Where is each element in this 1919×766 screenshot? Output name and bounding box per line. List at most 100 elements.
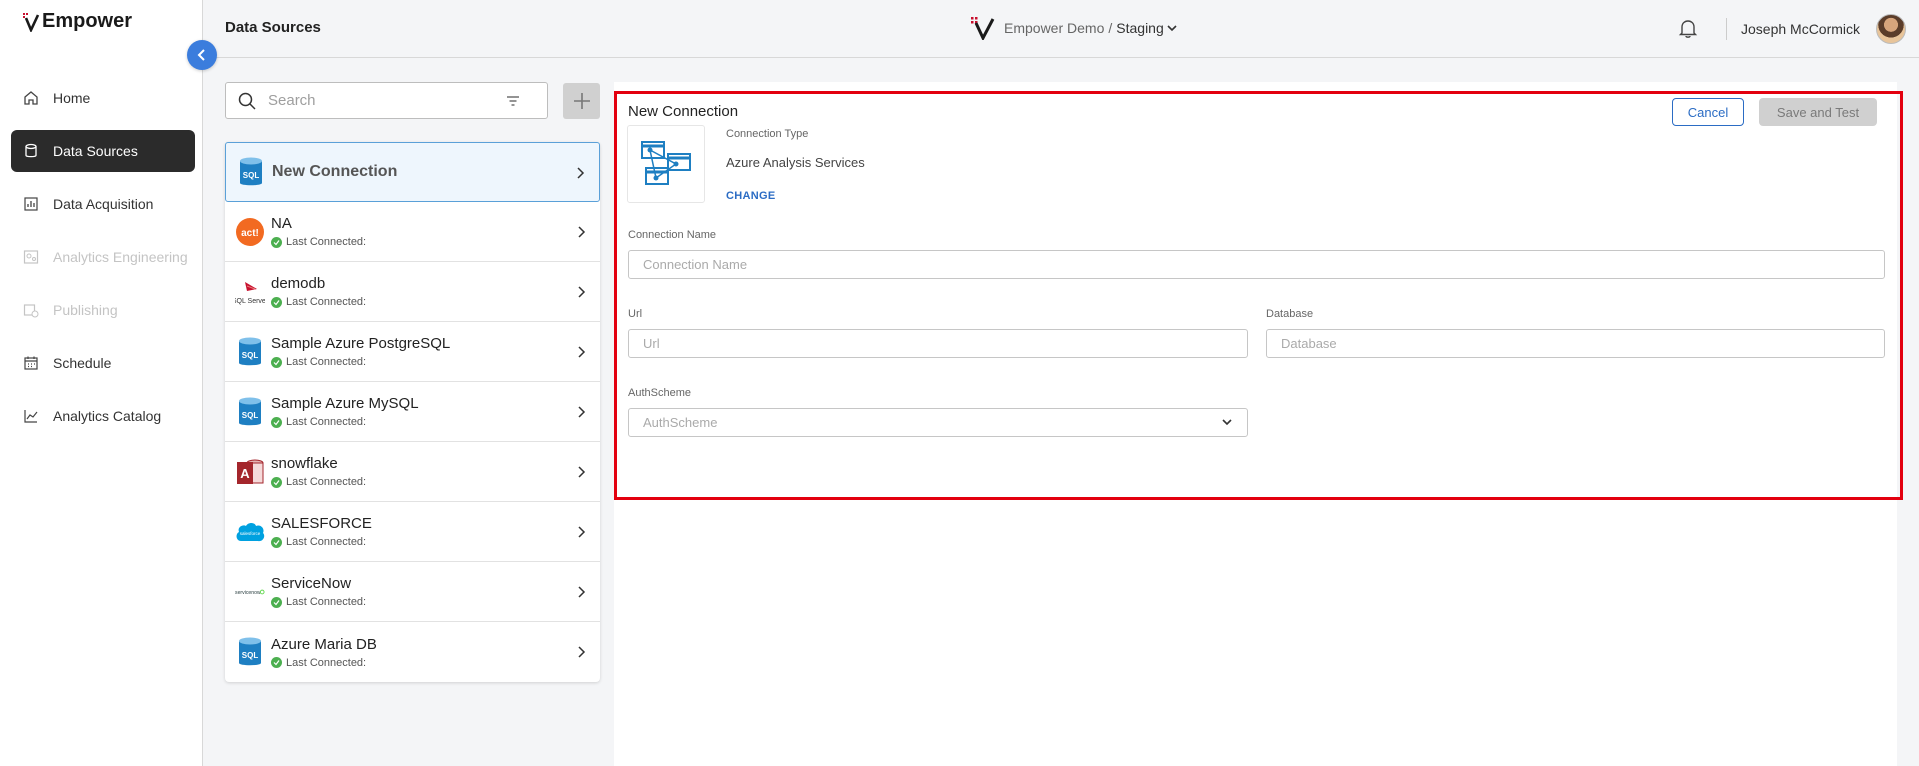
url-input[interactable]	[643, 336, 1247, 351]
sidebar-item-label: Schedule	[53, 355, 112, 371]
check-icon	[271, 596, 282, 608]
save-and-test-button[interactable]: Save and Test	[1759, 98, 1877, 126]
sidebar-item-home[interactable]: Home	[11, 77, 195, 119]
connection-name: New Connection	[272, 163, 398, 180]
authscheme-select[interactable]: AuthScheme	[628, 408, 1248, 437]
line-chart-icon	[23, 408, 39, 424]
sql-db-icon: SQL	[235, 637, 265, 667]
connection-name: snowflake	[271, 455, 338, 472]
status-label: Last Connected:	[286, 596, 367, 608]
connection-name-label: Connection Name	[628, 229, 717, 241]
connection-list: SQL New Connection act! NA Last Connecte…	[225, 142, 600, 682]
salesforce-logo-icon: salesforce	[235, 517, 265, 547]
bar-chart-icon	[23, 196, 39, 212]
connection-name: demodb	[271, 275, 326, 292]
engineering-icon	[23, 249, 39, 265]
connection-status: Last Connected:	[271, 536, 600, 548]
highlight-box	[614, 91, 1903, 500]
sql-db-icon: SQL	[236, 157, 266, 187]
connection-status: Last Connected:	[271, 416, 600, 428]
svg-text:SQL: SQL	[242, 411, 259, 420]
search-box	[225, 82, 548, 119]
sidebar-item-analytics-engineering: Analytics Engineering	[11, 236, 195, 278]
check-icon	[271, 416, 282, 428]
env-name: Empower Demo	[1004, 20, 1105, 36]
environment-selector[interactable]: Empower Demo / Staging	[970, 16, 1177, 40]
list-item[interactable]: SQL Azure Maria DB Last Connected:	[225, 622, 600, 682]
check-icon	[271, 296, 282, 308]
check-icon	[271, 236, 282, 248]
add-connection-button[interactable]	[563, 83, 600, 119]
chevron-down-icon	[1222, 419, 1232, 426]
list-item[interactable]: salesforce SALESFORCE Last Connected:	[225, 502, 600, 562]
status-label: Last Connected:	[286, 356, 367, 368]
sidebar-item-analytics-catalog[interactable]: Analytics Catalog	[11, 395, 195, 437]
database-input[interactable]	[1281, 336, 1884, 351]
empower-logo-icon	[23, 12, 40, 32]
sidebar-item-label: Analytics Catalog	[53, 408, 162, 424]
connection-name: NA	[271, 215, 292, 232]
empower-logo-icon	[971, 17, 995, 40]
connection-name-field	[628, 250, 1885, 279]
list-item[interactable]: act! NA Last Connected:	[225, 202, 600, 262]
env-stage: Staging	[1116, 20, 1164, 36]
connection-type-value: Azure Analysis Services	[726, 155, 865, 170]
connection-name: Sample Azure PostgreSQL	[271, 335, 451, 352]
check-icon	[271, 476, 282, 488]
sidebar: Empower Home Data Sources Data Acquisiti…	[0, 0, 203, 766]
sql-server-logo-icon: SQL Server	[235, 277, 265, 307]
connection-status: Last Connected:	[271, 236, 600, 248]
list-item[interactable]: servicenow ServiceNow Last Connected:	[225, 562, 600, 622]
app-logo[interactable]: Empower	[22, 10, 132, 33]
connection-name: SALESFORCE	[271, 515, 372, 532]
change-connection-type-link[interactable]: CHANGE	[726, 190, 775, 202]
database-field	[1266, 329, 1885, 358]
sidebar-item-data-sources[interactable]: Data Sources	[11, 130, 195, 172]
chevron-right-icon	[577, 167, 585, 179]
user-name[interactable]: Joseph McCormick	[1741, 21, 1860, 37]
svg-text:SQL: SQL	[243, 171, 260, 180]
azure-analysis-services-icon	[641, 141, 691, 185]
app-logo-text: Empower	[42, 10, 133, 32]
list-item[interactable]: SQL Sample Azure MySQL Last Connected:	[225, 382, 600, 442]
chevron-down-icon	[1167, 25, 1177, 32]
sidebar-item-label: Data Acquisition	[53, 196, 154, 212]
chevron-right-icon	[578, 646, 586, 658]
connection-status: Last Connected:	[271, 596, 600, 608]
avatar[interactable]	[1876, 14, 1906, 44]
check-icon	[271, 356, 282, 368]
connection-status: Last Connected:	[271, 356, 600, 368]
connection-type-label: Connection Type	[726, 128, 809, 140]
svg-text:SQL: SQL	[242, 351, 259, 360]
status-label: Last Connected:	[286, 296, 367, 308]
connection-name-input[interactable]	[643, 257, 1884, 272]
svg-text:SQL: SQL	[242, 651, 259, 660]
url-field	[628, 329, 1248, 358]
header-divider	[1726, 18, 1727, 40]
bell-icon[interactable]	[1677, 17, 1699, 39]
sql-db-icon: SQL	[235, 397, 265, 427]
sidebar-item-publishing: Publishing	[11, 289, 195, 331]
sidebar-item-schedule[interactable]: Schedule	[11, 342, 195, 384]
access-db-icon: A	[235, 457, 265, 487]
svg-text:SQL Server: SQL Server	[235, 298, 265, 305]
list-item[interactable]: SQL Server demodb Last Connected:	[225, 262, 600, 322]
sidebar-item-data-acquisition[interactable]: Data Acquisition	[11, 183, 195, 225]
publish-icon	[23, 302, 39, 318]
url-label: Url	[628, 308, 643, 320]
form-title: New Connection	[628, 103, 739, 120]
sidebar-item-label: Home	[53, 90, 91, 106]
cancel-button[interactable]: Cancel	[1672, 98, 1744, 126]
search-input[interactable]	[268, 92, 498, 109]
status-label: Last Connected:	[286, 536, 367, 548]
svg-text:servicenow: servicenow	[235, 589, 261, 595]
status-label: Last Connected:	[286, 656, 367, 669]
svg-text:act!: act!	[241, 228, 259, 239]
connection-status: Last Connected:	[271, 476, 600, 488]
sidebar-collapse-button[interactable]	[187, 40, 217, 70]
list-item[interactable]: SQL New Connection	[225, 142, 600, 202]
list-item[interactable]: A snowflake Last Connected:	[225, 442, 600, 502]
filter-icon[interactable]	[506, 94, 520, 108]
authscheme-label: AuthScheme	[628, 387, 691, 399]
list-item[interactable]: SQL Sample Azure PostgreSQL Last Connect…	[225, 322, 600, 382]
